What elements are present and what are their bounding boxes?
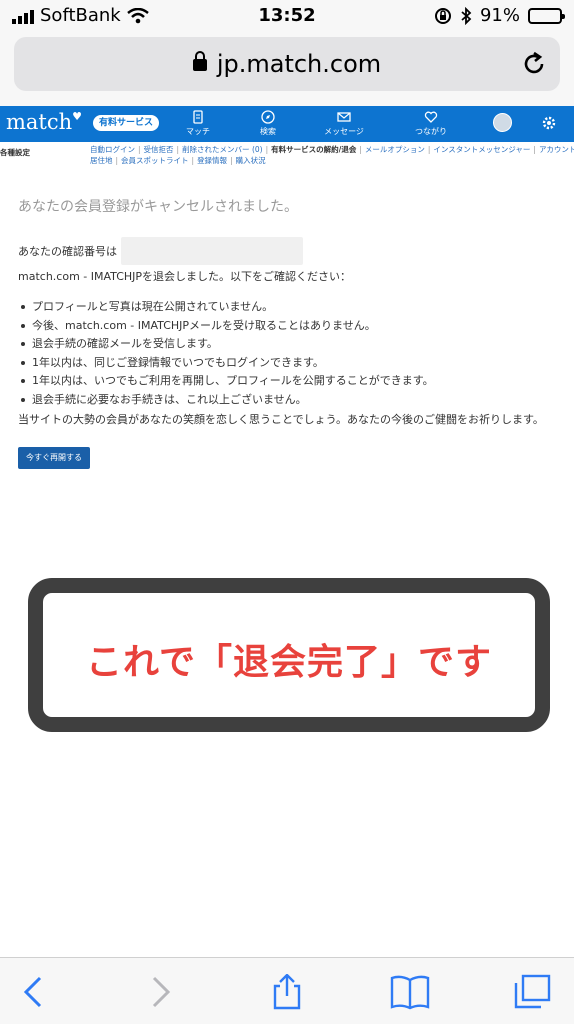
heart-icon [424, 111, 438, 123]
match-logo[interactable]: match♥ [6, 110, 82, 134]
notice-list: プロフィールと写真は現在公開されていません。 今後、match.com - IM… [18, 298, 558, 409]
submenu-link-instant-messenger[interactable]: インスタントメッセンジャー [433, 145, 530, 154]
submenu-link-block[interactable]: 受信拒否 [144, 145, 174, 154]
nav-item-label: つながり [415, 127, 447, 136]
submenu-link-cancel-membership[interactable]: 有料サービスの解約/退会 [271, 145, 356, 154]
list-item: 1年以内は、同じご登録情報でいつでもログインできます。 [18, 354, 558, 373]
status-bar: SoftBank 13:52 91% [0, 0, 574, 32]
forward-icon[interactable] [140, 974, 180, 1010]
avatar[interactable] [493, 113, 512, 132]
submenu-link-mail-options[interactable]: メールオプション [365, 145, 425, 154]
main-content: あなたの会員登録がキャンセルされました。 あなたの確認番号は match.com… [18, 196, 558, 469]
bookmarks-icon[interactable] [390, 974, 430, 1010]
list-item: 今後、match.com - IMATCHJPメールを受け取ることはありません。 [18, 317, 558, 336]
browser-toolbar [0, 957, 574, 1024]
nav-item-label: メッセージ [324, 127, 364, 136]
nav-item-label: 検索 [260, 127, 276, 136]
list-item: プロフィールと写真は現在公開されていません。 [18, 298, 558, 317]
nav-item-label: マッチ [186, 127, 210, 136]
submenu-heading: 各種設定 [0, 148, 30, 157]
list-item: 退会手続に必要なお手続きは、これ以上ございません。 [18, 391, 558, 410]
rotation-lock-icon [434, 7, 451, 24]
submenu-row-1: 自動ログイン | 受信拒否 | 削除されたメンバー (0) | 有料サービスの解約/退会 | メ… [90, 144, 574, 155]
document-icon [193, 110, 203, 124]
battery-percent: 91% [479, 5, 520, 26]
mail-icon [337, 112, 351, 122]
lock-icon [192, 51, 207, 71]
submenu-row-2: 居住地 | 会員スポットライト | 登録情報 | 購入状況 [90, 156, 266, 165]
battery-icon [528, 7, 565, 24]
back-icon[interactable] [14, 974, 54, 1010]
annotation-text: これで「退会完了」です [86, 642, 492, 683]
nav-item-search[interactable]: 検索 [238, 110, 298, 137]
list-item: 1年以内は、いつでもご利用を再開し、プロフィールを公開することができます。 [18, 372, 558, 391]
address-display: jp.match.com [14, 50, 560, 78]
browser-chrome: jp.match.com [0, 32, 574, 106]
confirmation-label: あなたの確認番号は [18, 245, 117, 258]
status-right: 91% [434, 5, 565, 26]
confirmation-number-redacted [121, 237, 303, 265]
site-navbar: match♥ 有料サービス マッチ 検索 メッセージ つながり [0, 106, 574, 142]
submenu-link-residence[interactable]: 居住地 [90, 156, 113, 165]
compass-icon [261, 110, 275, 124]
submenu-link-auto-login[interactable]: 自動ログイン [90, 145, 135, 154]
confirmation-row: あなたの確認番号は [18, 236, 558, 266]
premium-services-button[interactable]: 有料サービス [93, 115, 160, 131]
gear-icon[interactable] [541, 115, 557, 131]
nav-item-connections[interactable]: つながり [401, 110, 461, 137]
reload-icon[interactable] [520, 50, 548, 78]
closing-text: 当サイトの大勢の会員があなたの笑顔を恋しく思うことでしょう。あなたの今後のご健闘… [18, 413, 544, 426]
settings-submenu: 各種設定 自動ログイン | 受信拒否 | 削除されたメンバー (0) | 有料サービスの解約… [0, 142, 574, 172]
submenu-link-purchase-status[interactable]: 購入状況 [236, 156, 266, 165]
submenu-link-spotlight[interactable]: 会員スポットライト [121, 156, 189, 165]
resume-now-button[interactable]: 今すぐ再開する [18, 447, 90, 469]
annotation-box: これで「退会完了」です [28, 578, 550, 732]
address-bar[interactable]: jp.match.com [14, 37, 560, 91]
page-title: あなたの会員登録がキャンセルされました。 [18, 199, 298, 215]
submenu-link-deleted-members[interactable]: 削除されたメンバー (0) [182, 145, 263, 154]
list-item: 退会手続の確認メールを受信します。 [18, 335, 558, 354]
tabs-icon[interactable] [512, 974, 552, 1010]
submenu-link-account-link[interactable]: アカウントの連携 [539, 145, 574, 154]
nav-item-match[interactable]: マッチ [168, 110, 228, 137]
submenu-link-registration-info[interactable]: 登録情報 [197, 156, 227, 165]
nav-item-messages[interactable]: メッセージ [314, 110, 374, 137]
share-icon[interactable] [267, 974, 307, 1010]
url-text: jp.match.com [216, 50, 382, 78]
bluetooth-icon [461, 6, 472, 25]
intro-text: match.com - IMATCHJPを退会しました。以下をご確認ください： [18, 270, 352, 283]
